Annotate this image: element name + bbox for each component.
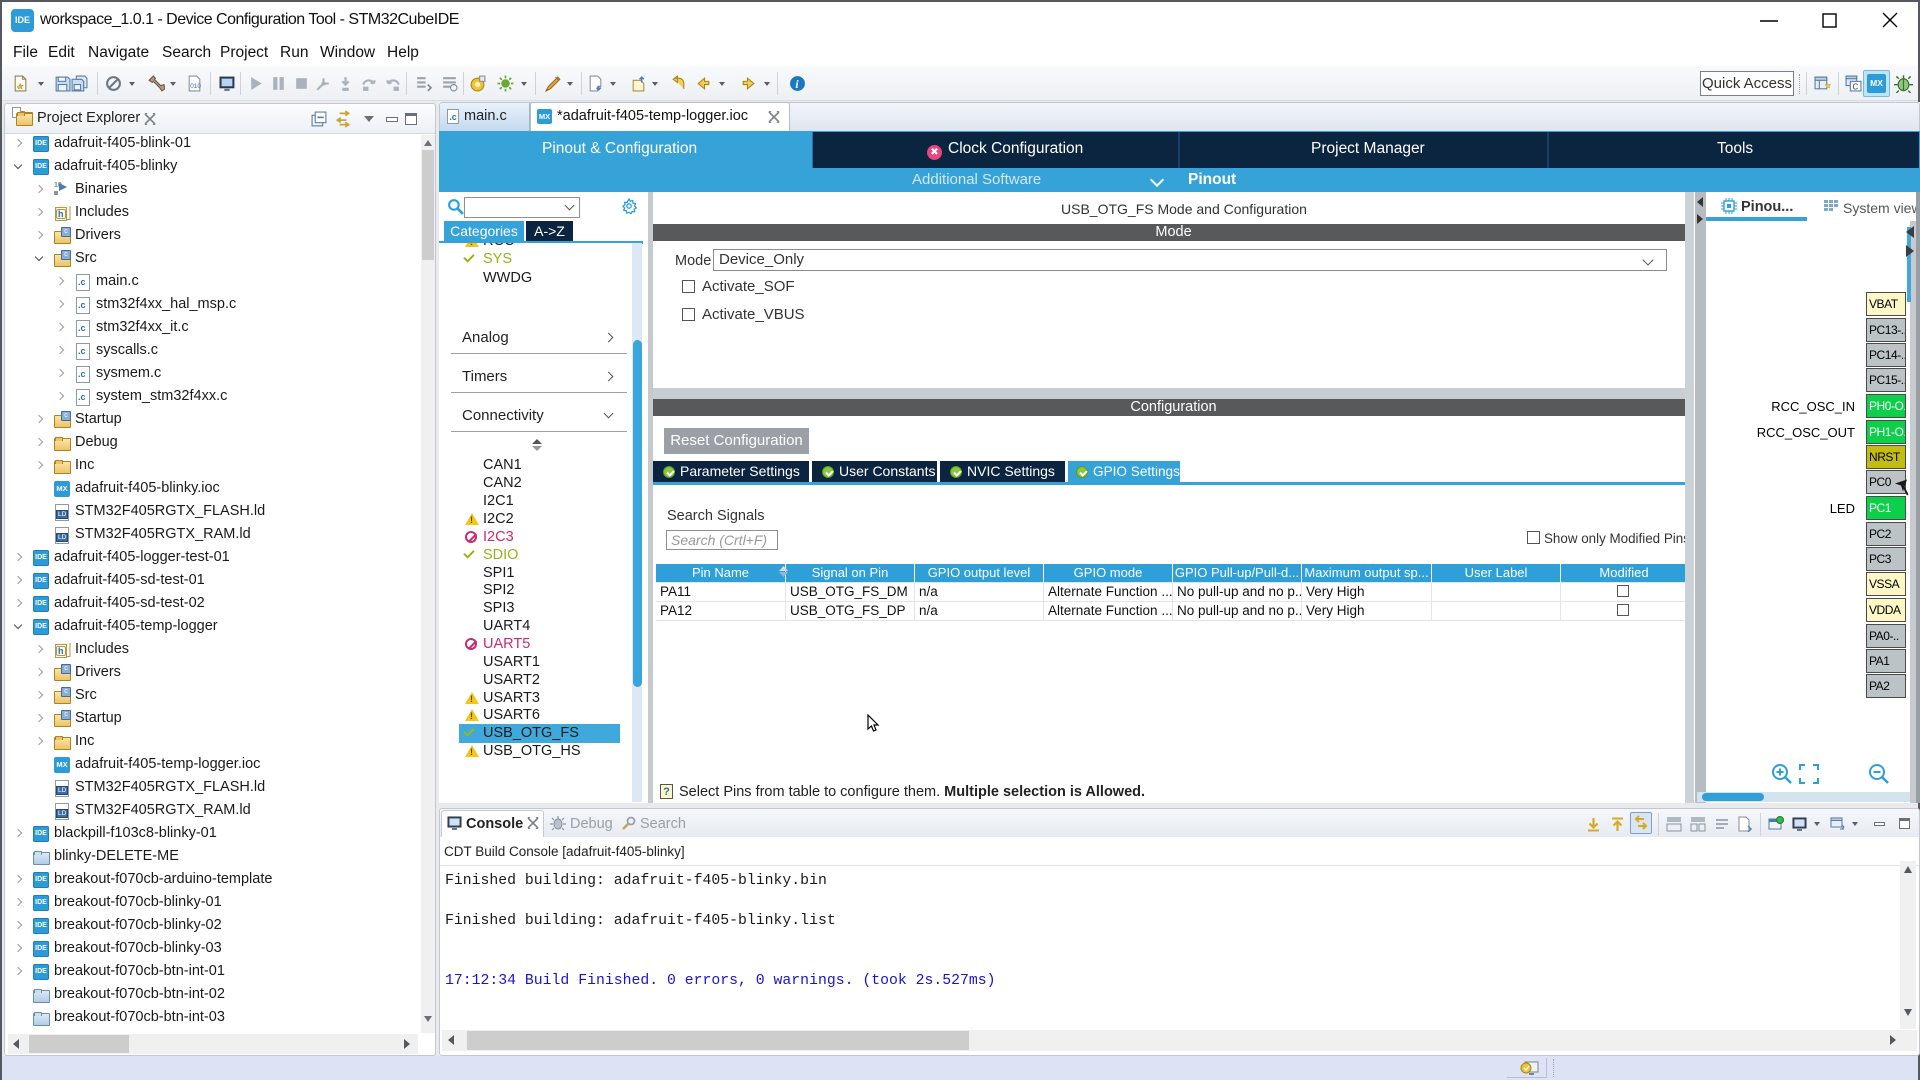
svg-text:010: 010 [190,83,201,90]
svg-text:C: C [1852,82,1858,91]
